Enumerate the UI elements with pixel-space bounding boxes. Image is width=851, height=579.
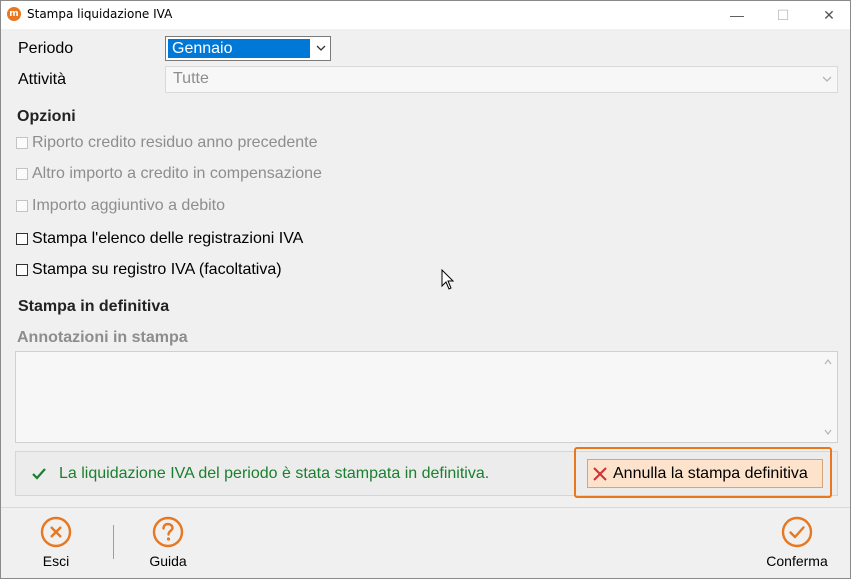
option-stampa-registro[interactable]: Stampa su registro IVA (facoltativa) bbox=[16, 261, 282, 279]
conferma-button[interactable]: Conferma bbox=[759, 515, 835, 575]
chevron-down-icon bbox=[316, 45, 326, 51]
option-label[interactable]: Stampa l'elenco delle registrazioni IVA bbox=[32, 230, 303, 248]
checkbox[interactable] bbox=[16, 264, 28, 276]
guida-label: Guida bbox=[149, 553, 187, 569]
periodo-selected-value: Gennaio bbox=[168, 39, 310, 58]
options-heading: Opzioni bbox=[17, 108, 76, 125]
attivita-selected-value: Tutte bbox=[173, 70, 209, 87]
option-label[interactable]: Stampa su registro IVA (facoltativa) bbox=[32, 261, 282, 279]
window-title: Stampa liquidazione IVA bbox=[27, 7, 173, 21]
close-icon bbox=[593, 466, 607, 481]
chevron-down-icon bbox=[822, 76, 832, 82]
annotations-label: Annotazioni in stampa bbox=[17, 329, 188, 346]
periodo-select[interactable]: Gennaio bbox=[165, 36, 331, 61]
check-icon bbox=[32, 468, 46, 480]
help-icon bbox=[152, 516, 184, 548]
status-message: La liquidazione IVA del periodo è stata … bbox=[59, 465, 490, 482]
option-label: Altro importo a credito in compensazione bbox=[32, 165, 322, 182]
option-importo-aggiuntivo-debito: Importo aggiuntivo a debito bbox=[16, 197, 225, 215]
annotations-textarea bbox=[15, 351, 838, 443]
esci-label: Esci bbox=[42, 553, 70, 569]
esci-button[interactable]: Esci bbox=[20, 515, 92, 575]
close-button[interactable]: ✕ bbox=[806, 1, 851, 29]
annulla-stampa-definitiva-button[interactable]: Annulla la stampa definitiva bbox=[587, 459, 823, 488]
annulla-button-label: Annulla la stampa definitiva bbox=[613, 464, 808, 482]
maximize-button[interactable]: ☐ bbox=[760, 1, 806, 29]
confirm-check-icon bbox=[781, 516, 813, 548]
option-stampa-elenco[interactable]: Stampa l'elenco delle registrazioni IVA bbox=[16, 230, 303, 248]
checkbox[interactable] bbox=[16, 233, 28, 245]
option-label: Riporto credito residuo anno precedente bbox=[32, 134, 318, 151]
mouse-pointer-icon bbox=[441, 269, 455, 290]
scroll-up-icon bbox=[824, 359, 832, 365]
attivita-select: Tutte bbox=[165, 66, 838, 93]
checkbox bbox=[16, 168, 28, 180]
checkbox bbox=[16, 200, 28, 212]
attivita-label: Attività bbox=[18, 71, 67, 88]
cancel-circle-icon bbox=[40, 516, 72, 548]
checkbox bbox=[16, 137, 28, 149]
footer-divider bbox=[1, 507, 850, 508]
footer-separator bbox=[113, 525, 114, 559]
scroll-down-icon bbox=[824, 429, 832, 435]
minimize-button[interactable]: — bbox=[714, 1, 760, 29]
app-logo-icon: m bbox=[7, 7, 21, 21]
option-label: Importo aggiuntivo a debito bbox=[32, 197, 226, 214]
title-bar[interactable]: m Stampa liquidazione IVA — ☐ ✕ bbox=[1, 1, 850, 29]
periodo-label: Periodo bbox=[18, 40, 74, 57]
definitiva-heading: Stampa in definitiva bbox=[18, 298, 170, 315]
dialog-window: m Stampa liquidazione IVA — ☐ ✕ Periodo … bbox=[0, 0, 851, 579]
option-riporto-credito: Riporto credito residuo anno precedente bbox=[16, 134, 318, 152]
option-altro-importo-credito: Altro importo a credito in compensazione bbox=[16, 165, 322, 183]
conferma-label: Conferma bbox=[766, 553, 828, 569]
guida-button[interactable]: Guida bbox=[132, 515, 204, 575]
